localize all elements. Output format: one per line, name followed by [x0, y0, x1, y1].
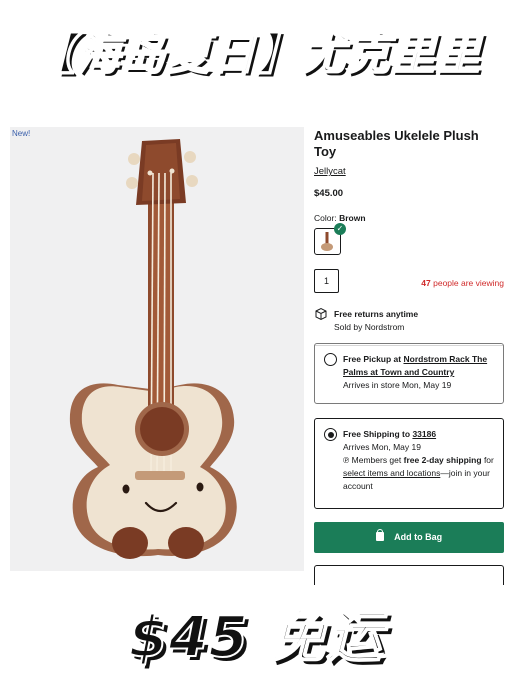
product-title: Amuseables Ukelele Plush Toy — [314, 128, 479, 159]
members-icon: ℗ — [343, 455, 350, 465]
product-image-panel[interactable]: New! — [10, 127, 304, 571]
top-banner: 【海岛夏日】尤克里里 — [0, 18, 512, 88]
quantity-select[interactable]: 1 — [314, 269, 339, 293]
selected-check-icon: ✓ — [334, 223, 346, 235]
shipping-text: Free Shipping to 33186 Arrives Mon, May … — [343, 428, 497, 493]
returns-info: Free returns anytime Sold by Nordstrom — [314, 307, 504, 337]
shipping-radio[interactable] — [324, 428, 337, 441]
product-price: $45.00 — [314, 188, 344, 199]
secondary-button[interactable] — [314, 565, 504, 585]
color-value: Brown — [339, 213, 366, 223]
add-to-bag-label: Add to Bag — [394, 532, 443, 542]
pickup-text: Free Pickup at Nordstrom Rack The Palms … — [343, 353, 497, 392]
add-to-bag-button[interactable]: Add to Bag — [314, 522, 504, 553]
pickup-arrival: Arrives in store Mon, May 19 — [343, 380, 452, 390]
viewing-notice: 47 people are viewing — [421, 278, 504, 288]
color-label-text: Color: — [314, 213, 337, 223]
bottom-banner-text: $45 免运 — [128, 604, 384, 671]
ukulele-plush-image — [69, 139, 237, 559]
shipping-arrival: Arrives Mon, May 19 — [343, 442, 421, 452]
shipping-option[interactable]: Free Shipping to 33186 Arrives Mon, May … — [314, 418, 504, 509]
bag-icon — [375, 529, 384, 541]
pickup-option[interactable]: Free Pickup at Nordstrom Rack The Palms … — [314, 343, 504, 404]
pickup-prefix: Free Pickup at — [343, 354, 402, 364]
shipping-prefix: Free Shipping to — [343, 429, 411, 439]
members-for: for — [483, 455, 494, 465]
viewing-text: people are viewing — [433, 278, 504, 288]
members-bold: free 2-day shipping — [403, 455, 482, 465]
quantity-row: 1 47 people are viewing — [314, 269, 504, 293]
box-return-icon — [315, 307, 327, 321]
viewing-count: 47 — [421, 278, 431, 288]
color-label: Color: Brown — [314, 213, 504, 223]
shipping-zip-link[interactable]: 33186 — [412, 429, 436, 439]
bottom-banner: $45 免运 — [0, 592, 512, 672]
members-link[interactable]: select items and locations — [343, 468, 440, 478]
top-banner-text: 【海岛夏日】尤克里里 — [30, 28, 481, 81]
members-prefix: Members get — [351, 455, 402, 465]
product-info: Amuseables Ukelele Plush Toy Jellycat $4… — [314, 128, 504, 346]
sold-by: Sold by Nordstrom — [334, 322, 405, 332]
new-badge: New! — [12, 129, 31, 138]
returns-title: Free returns anytime — [334, 309, 419, 319]
brand-link[interactable]: Jellycat — [314, 166, 346, 177]
color-swatch-brown[interactable]: ✓ — [314, 223, 346, 255]
pickup-radio[interactable] — [324, 353, 337, 366]
